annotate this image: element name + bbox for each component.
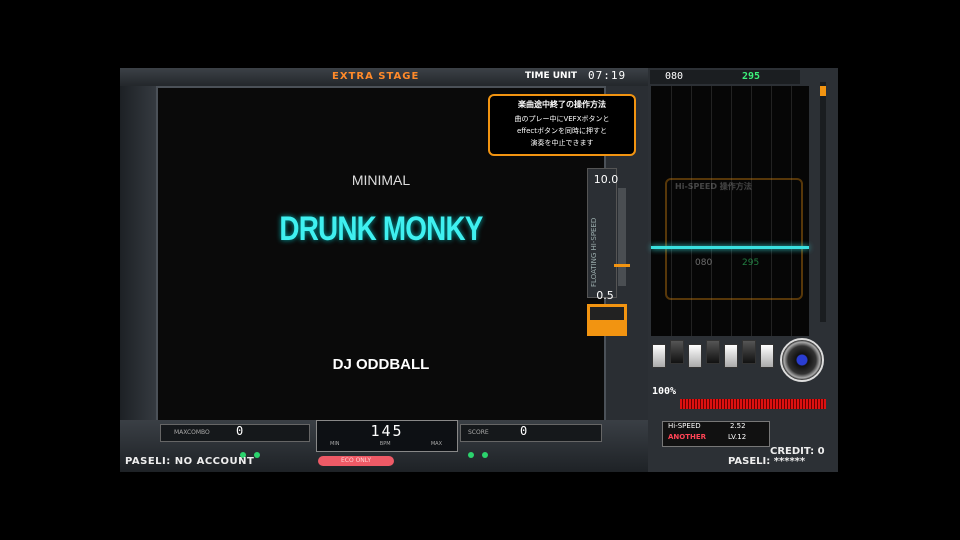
status-light xyxy=(482,452,488,458)
floating-hispeed-panel: FLOATING HI-SPEED xyxy=(587,168,617,298)
difficulty-label: ANOTHER xyxy=(668,433,707,441)
left-panel xyxy=(120,86,156,420)
lane-cover-thumb xyxy=(820,86,826,96)
white-number: 080 xyxy=(665,71,684,82)
song-artist: DJ ODDBALL xyxy=(332,356,430,373)
notice-line: 曲のプレー中にVEFXボタンと xyxy=(514,115,610,123)
key-2[interactable] xyxy=(670,340,684,364)
bpm-label: BPM xyxy=(379,441,391,447)
status-light xyxy=(468,452,474,458)
hispeed-knob[interactable] xyxy=(614,264,630,267)
hispeed-help-overlay xyxy=(665,178,803,300)
hispeed-track[interactable] xyxy=(618,188,626,286)
notice-line: 演奏を中止できます xyxy=(530,139,594,147)
maxcombo-label: MAXCOMBO xyxy=(174,429,210,436)
quit-notice: 楽曲途中終了の操作方法 曲のプレー中にVEFXボタンと effectボタンを同時… xyxy=(488,94,636,156)
bpm-min-label: MIN xyxy=(330,441,340,447)
stage-label: EXTRA STAGE xyxy=(332,71,420,82)
key-7[interactable] xyxy=(760,344,774,368)
maxcombo-value: 0 xyxy=(236,424,244,438)
hispeed-tag-inner xyxy=(590,307,624,320)
hispeed-label: Hi-SPEED xyxy=(668,422,701,430)
time-value: 07:19 xyxy=(588,69,627,82)
eco-pill-label: ECO ONLY xyxy=(340,457,372,464)
hispeed-min: 0.5 xyxy=(596,289,614,302)
game-screen: EXTRA STAGE TIME UNIT 07:19 MINIMAL DRUN… xyxy=(120,68,838,472)
hispeed-tag xyxy=(587,304,627,336)
gauge-percent: 100% xyxy=(652,386,677,397)
level-label: LV.12 xyxy=(728,433,747,441)
floating-hispeed-label: FLOATING HI-SPEED xyxy=(590,217,598,287)
bpm-value: 145 xyxy=(370,422,404,440)
judgement-line xyxy=(651,246,809,249)
key-6[interactable] xyxy=(742,340,756,364)
paseli-left: PASELI: NO ACCOUNT xyxy=(125,456,255,467)
ghost-green-number: 295 xyxy=(742,258,760,268)
groove-gauge xyxy=(680,399,826,409)
time-label: TIME UNIT xyxy=(525,71,578,81)
song-title: DRUNK MONKY xyxy=(279,210,483,248)
notice-line: effectボタンを同時に押すと xyxy=(516,127,608,135)
key-1[interactable] xyxy=(652,344,666,368)
paseli-right: PASELI: ****** xyxy=(728,456,806,467)
hispeed-value: 2.52 xyxy=(730,422,746,430)
pillar-left xyxy=(0,0,120,540)
ghost-white-number: 080 xyxy=(695,258,713,268)
key-5[interactable] xyxy=(724,344,738,368)
score-value: 0 xyxy=(520,424,528,438)
key-3[interactable] xyxy=(688,344,702,368)
hispeed-max: 10.0 xyxy=(593,173,619,186)
song-genre: MINIMAL xyxy=(351,172,411,188)
status-light xyxy=(254,452,260,458)
letterbox-top xyxy=(0,0,960,68)
score-label: SCORE xyxy=(468,429,489,436)
notice-body: 曲のプレー中にVEFXボタンと effectボタンを同時に押すと 演奏を中止でき… xyxy=(494,113,630,149)
key-4[interactable] xyxy=(706,340,720,364)
notice-title: 楽曲途中終了の操作方法 xyxy=(518,100,606,109)
bpm-max-label: MAX xyxy=(430,441,442,447)
eco-pill: ECO ONLY xyxy=(318,456,394,466)
bpm-labels: MIN BPM MAX xyxy=(330,441,442,447)
hispeed-help-title: Hi-SPEED 操作方法 xyxy=(675,182,752,191)
green-number: 295 xyxy=(742,71,761,82)
turntable[interactable] xyxy=(780,338,824,382)
pillar-right xyxy=(838,0,960,540)
lane-cover-bar xyxy=(820,82,826,322)
